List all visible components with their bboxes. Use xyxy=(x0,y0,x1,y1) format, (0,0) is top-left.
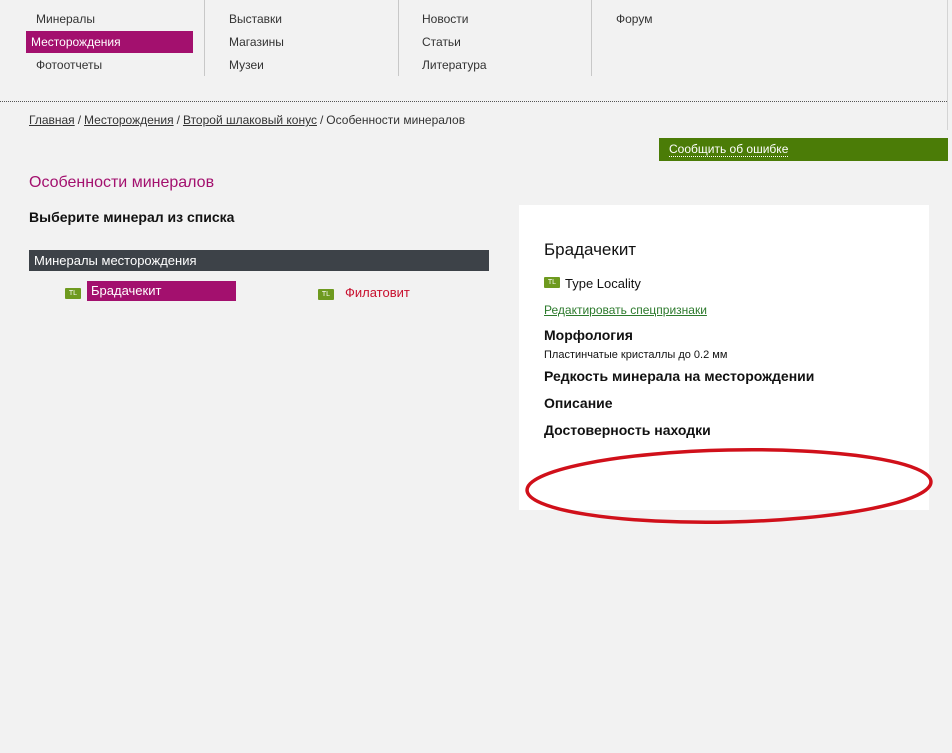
nav-column-3: Новости Статьи Литература xyxy=(412,0,582,76)
mineral-detail-panel: Брадачекит TL Type Locality Редактироват… xyxy=(519,205,929,510)
nav-item-deposits[interactable]: Месторождения xyxy=(26,31,193,53)
breadcrumb-home[interactable]: Главная xyxy=(29,113,75,127)
nav-column-2: Выставки Магазины Музеи xyxy=(219,0,389,76)
report-error-bar: Сообщить об ошибке xyxy=(659,138,948,161)
nav-item-literature[interactable]: Литература xyxy=(417,54,492,76)
nav-divider xyxy=(0,101,947,102)
page-title: Особенности минералов xyxy=(29,174,215,191)
nav-separator xyxy=(204,0,205,76)
nav-item-news[interactable]: Новости xyxy=(417,8,473,30)
mineral-item-filatovite[interactable]: Филатовит xyxy=(345,283,410,303)
type-locality-badge: TL xyxy=(318,289,334,300)
nav-item-exhibitions[interactable]: Выставки xyxy=(224,8,287,30)
rarity-heading: Редкость минерала на месторождении xyxy=(544,368,815,384)
mineral-detail-title: Брадачекит xyxy=(544,240,637,259)
nav-item-forum[interactable]: Форум xyxy=(611,8,657,30)
nav-item-articles[interactable]: Статьи xyxy=(417,31,466,53)
choose-mineral-label: Выберите минерал из списка xyxy=(29,209,235,225)
morphology-heading: Морфология xyxy=(544,327,633,343)
reliability-heading: Достоверность находки xyxy=(544,422,711,438)
breadcrumb-deposit[interactable]: Второй шлаковый конус xyxy=(183,113,317,127)
breadcrumb-separator: / xyxy=(176,113,180,127)
breadcrumb-separator: / xyxy=(319,113,324,127)
nav-item-museums[interactable]: Музеи xyxy=(224,54,269,76)
nav-item-photo-reports[interactable]: Фотоотчеты xyxy=(31,54,107,76)
type-locality-text: Type Locality xyxy=(565,276,641,291)
nav-separator xyxy=(591,0,592,76)
mineral-item-bradachekite[interactable]: Брадачекит xyxy=(87,281,236,301)
edit-special-features-link[interactable]: Редактировать спецпризнаки xyxy=(544,303,707,317)
breadcrumb-current: Особенности минералов xyxy=(326,113,466,127)
type-locality-badge: TL xyxy=(65,288,81,299)
nav-column-1: Минералы Месторождения Фотоотчеты xyxy=(26,0,194,76)
top-navigation: Минералы Месторождения Фотоотчеты Выстав… xyxy=(0,0,952,104)
morphology-text: Пластинчатые кристаллы до 0.2 мм xyxy=(544,349,728,361)
nav-separator xyxy=(398,0,399,76)
nav-column-4: Форум xyxy=(606,0,776,76)
minerals-list-header-text: Минералы месторождения xyxy=(34,253,197,268)
report-error-link[interactable]: Сообщить об ошибке xyxy=(669,142,789,157)
minerals-list-header: Минералы месторождения xyxy=(29,250,489,271)
type-locality-badge: TL xyxy=(544,277,560,288)
breadcrumb-separator: / xyxy=(77,113,82,127)
nav-item-minerals[interactable]: Минералы xyxy=(31,8,100,30)
breadcrumb-deposits[interactable]: Месторождения xyxy=(84,113,174,127)
breadcrumb: Главная / Месторождения / Второй шлаковый ко… xyxy=(29,113,465,127)
nav-item-shops[interactable]: Магазины xyxy=(224,31,289,53)
description-heading: Описание xyxy=(544,395,613,411)
